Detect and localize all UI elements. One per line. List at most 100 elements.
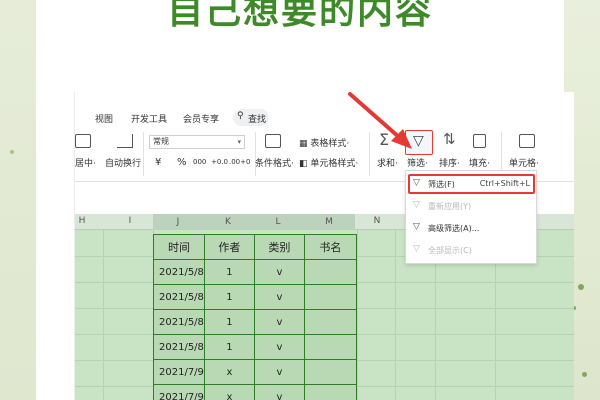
toolbar-divider [143, 132, 144, 176]
thousands-button[interactable]: 000 [193, 158, 206, 166]
table-cell[interactable]: v [253, 384, 305, 400]
headline: 自己想要的内容 [166, 0, 433, 32]
decor-dot [10, 150, 14, 154]
table-row: 2021/7/9 x v [153, 384, 357, 400]
table-cell[interactable]: x [203, 359, 255, 385]
table-style-label: 表格样式· [310, 139, 350, 149]
menu-item-advanced-filter[interactable]: ▽ 高级筛选(A)... [406, 218, 538, 238]
table-cell[interactable] [303, 359, 357, 385]
chevron-down-icon: ▾ [237, 138, 241, 146]
column-header[interactable]: I [115, 216, 145, 226]
column-header[interactable]: J [153, 214, 203, 230]
search-label: 查找 [248, 115, 267, 125]
table-row: 2021/5/8 1 v [153, 334, 357, 360]
cell-button[interactable]: 单元格· [509, 156, 539, 169]
percent-button[interactable]: % [177, 157, 187, 168]
table-row: 2021/7/9 x v [153, 359, 357, 385]
filter-label[interactable]: 筛选· [407, 156, 428, 169]
table-cell[interactable]: v [253, 259, 305, 285]
column-header[interactable]: L [253, 214, 303, 230]
auto-wrap-button[interactable]: 自动换行 [105, 156, 141, 169]
cell-style-label: 单元格样式· [310, 159, 359, 169]
currency-button[interactable]: ¥ [155, 157, 161, 168]
table-cell[interactable]: v [253, 359, 305, 385]
table-cell[interactable]: 1 [203, 284, 255, 310]
background-left-panel [0, 0, 36, 400]
menu-developer-tools[interactable]: 开发工具 [131, 112, 167, 125]
table-header-cell[interactable]: 作者 [203, 234, 255, 260]
table-cell[interactable]: v [253, 309, 305, 335]
menu-view[interactable]: 视图 [95, 112, 113, 125]
filter-icon: ▽ [413, 133, 424, 149]
sum-button[interactable]: 求和· [377, 156, 398, 169]
merge-center-icon[interactable] [75, 134, 91, 148]
table-cell[interactable]: x [203, 384, 255, 400]
table-cell[interactable]: 2021/5/8 [153, 284, 205, 310]
table-style-button[interactable]: ▦ 表格样式· [299, 136, 349, 149]
table-row: 2021/5/8 1 v [153, 284, 357, 310]
menu-item-label: 重新应用(Y) [428, 202, 472, 211]
table-cell[interactable]: 2021/5/8 [153, 259, 205, 285]
fill-button[interactable]: 填充· [469, 156, 490, 169]
table-cell[interactable] [303, 309, 357, 335]
sort-button[interactable]: 排序· [439, 156, 460, 169]
menu-member[interactable]: 会员专享 [183, 112, 219, 125]
table-cell[interactable]: v [253, 284, 305, 310]
sort-icon[interactable]: ⇅ [443, 130, 456, 148]
table-cell[interactable]: 1 [203, 259, 255, 285]
column-header[interactable]: M [303, 214, 355, 230]
table-cell[interactable]: 2021/5/8 [153, 334, 205, 360]
table-style-icon: ▦ [299, 139, 308, 149]
decimal-decrease-button[interactable]: .00+0 [229, 158, 250, 166]
menu-item-label: 高级筛选(A)... [428, 224, 480, 233]
column-header[interactable]: H [75, 216, 89, 226]
filter-button[interactable]: ▽ [405, 130, 433, 155]
table-cell[interactable]: 1 [203, 334, 255, 360]
table-header-cell[interactable]: 类别 [253, 234, 305, 260]
sum-icon[interactable]: Σ [379, 130, 389, 149]
column-header[interactable]: N [365, 216, 389, 226]
conditional-format-icon[interactable] [265, 134, 281, 148]
cell-icon[interactable] [519, 134, 535, 148]
number-format-value: 常规 [153, 137, 169, 146]
decor-dot [582, 372, 587, 377]
advanced-filter-icon: ▽ [413, 222, 420, 232]
table-cell[interactable]: 1 [203, 309, 255, 335]
menu-item-reapply[interactable]: ▽ 重新应用(Y) [406, 196, 538, 216]
table-cell[interactable] [303, 334, 357, 360]
filter-dropdown-menu: ▽ 筛选(F) Ctrl+Shift+L ▽ 重新应用(Y) ▽ 高级筛选(A)… [405, 170, 537, 264]
column-header[interactable]: K [203, 214, 253, 230]
highlight-box [408, 174, 535, 194]
content-card: 自己想要的内容 视图 开发工具 会员专享 ⚲ 查找 居中· 自动换行 常规 ▾ … [36, 0, 574, 400]
cell-style-button[interactable]: ◧ 单元格样式· [299, 156, 358, 169]
table-row: 2021/5/8 1 v [153, 309, 357, 335]
merge-center-label[interactable]: 居中· [75, 156, 96, 169]
search-button[interactable]: ⚲ 查找 [233, 109, 269, 126]
decor-dot [578, 284, 584, 290]
table-row: 2021/5/8 1 v [153, 259, 357, 285]
toolbar-divider [255, 132, 256, 176]
menu-bar: 视图 开发工具 会员专享 ⚲ 查找 [75, 108, 574, 128]
table-header-cell[interactable]: 书名 [303, 234, 357, 260]
table-cell[interactable] [303, 384, 357, 400]
table-cell[interactable]: v [253, 334, 305, 360]
table-cell[interactable] [303, 259, 357, 285]
auto-wrap-icon[interactable] [117, 134, 133, 148]
data-table: 时间 作者 类别 书名 2021/5/8 1 v 2021/5/8 1 v 20… [153, 234, 357, 400]
menu-item-label: 全部显示(C) [428, 246, 472, 255]
decimal-increase-button[interactable]: +0.0 [211, 158, 228, 166]
menu-item-show-all[interactable]: ▽ 全部显示(C) [406, 240, 538, 260]
table-cell[interactable]: 2021/5/8 [153, 309, 205, 335]
table-header-row: 时间 作者 类别 书名 [153, 234, 357, 260]
toolbar-divider [369, 132, 370, 176]
number-format-select[interactable]: 常规 ▾ [149, 135, 245, 149]
conditional-format-button[interactable]: 条件格式· [255, 156, 294, 169]
table-cell[interactable]: 2021/7/9 [153, 359, 205, 385]
fill-icon[interactable] [473, 134, 486, 148]
table-header-cell[interactable]: 时间 [153, 234, 205, 260]
cell-style-icon: ◧ [299, 159, 308, 169]
reapply-filter-icon: ▽ [413, 200, 420, 210]
show-all-icon: ▽ [413, 244, 420, 254]
table-cell[interactable]: 2021/7/9 [153, 384, 205, 400]
table-cell[interactable] [303, 284, 357, 310]
